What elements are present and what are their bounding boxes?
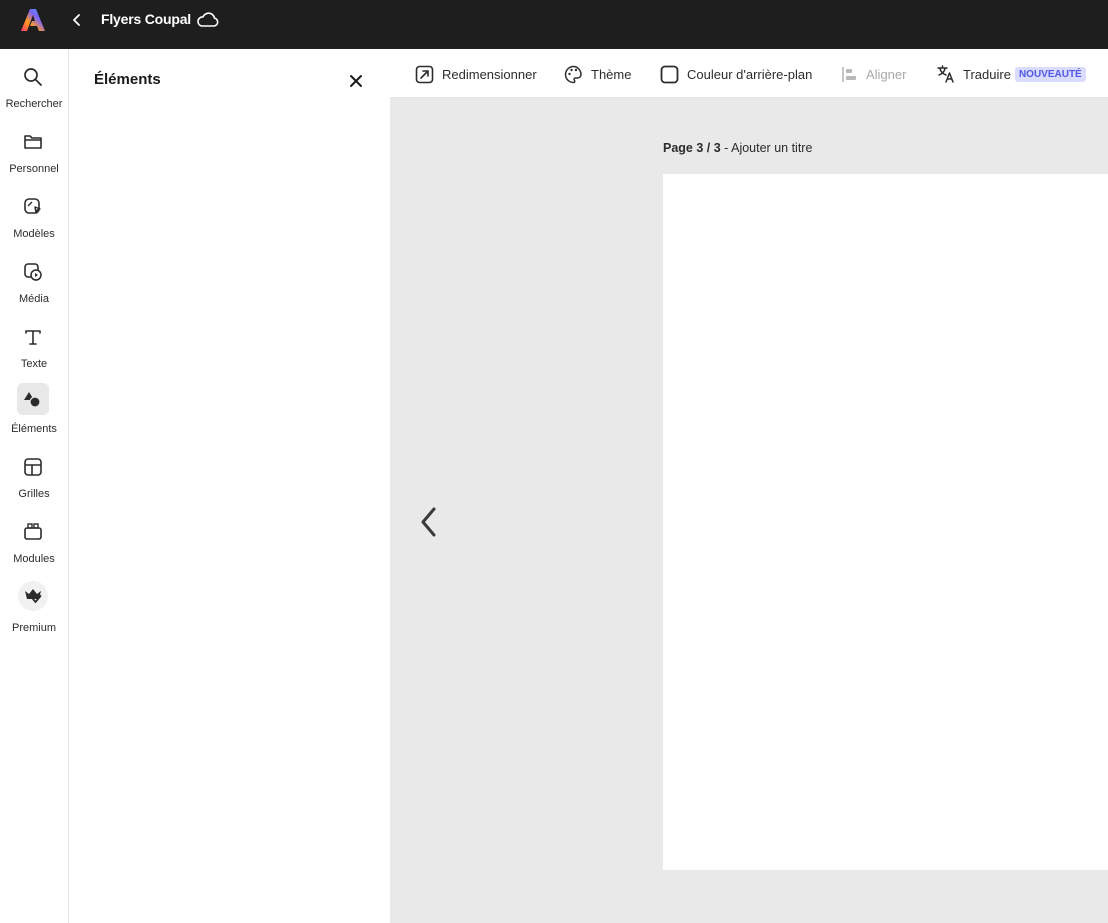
background-color-label: Couleur d'arrière-plan [687, 66, 813, 82]
resize-icon [415, 65, 434, 83]
page-number: Page 3 / 3 [663, 141, 721, 155]
resize-label: Redimensionner [442, 66, 537, 82]
translate-button[interactable]: Traduire NOUVEAUTÉ [937, 63, 1086, 85]
elements-panel: Éléments [70, 49, 390, 923]
document-title[interactable]: Flyers Coupal [101, 11, 191, 27]
resize-button[interactable]: Redimensionner [415, 63, 537, 85]
search-icon [17, 61, 49, 93]
text-icon [17, 321, 49, 353]
color-swatch-icon [660, 65, 679, 83]
align-icon [842, 66, 856, 82]
rail-item-text[interactable]: Texte [0, 321, 68, 381]
rail-label: Texte [20, 358, 48, 370]
align-button: Aligner [841, 63, 906, 85]
rail-label: Média [19, 293, 49, 305]
new-badge: NOUVEAUTÉ [1014, 66, 1086, 82]
translate-icon [937, 65, 954, 83]
align-label: Aligner [866, 66, 907, 82]
rail-label: Rechercher [5, 98, 63, 110]
adobe-express-logo-icon[interactable] [20, 7, 46, 33]
rail-item-media[interactable]: Média [0, 256, 68, 316]
rail-label: Modèles [13, 228, 55, 240]
rail-label: Personnel [9, 163, 59, 175]
previous-page-chevron-icon[interactable] [416, 505, 442, 539]
rail-item-premium[interactable]: Premium [0, 581, 68, 641]
rail-item-search[interactable]: Rechercher [0, 61, 68, 121]
background-color-button[interactable]: Couleur d'arrière-plan [660, 63, 812, 85]
grids-icon [17, 451, 49, 483]
rail-label: Premium [11, 622, 56, 634]
translate-label: Traduire [963, 66, 1011, 82]
rail-item-grids[interactable]: Grilles [0, 451, 68, 511]
premium-crown-icon [18, 581, 48, 611]
page-title-bar[interactable]: Page 3 / 3 - Ajouter un titre [663, 141, 812, 155]
close-icon[interactable] [348, 73, 364, 89]
cloud-sync-icon[interactable] [196, 10, 220, 30]
page-canvas[interactable] [663, 174, 1108, 870]
page-separator: - [720, 141, 732, 155]
folder-icon [17, 126, 49, 158]
templates-icon [17, 191, 49, 223]
editor-toolbar: Redimensionner Thème Couleur d'arrière-p… [390, 49, 1108, 98]
rail-item-personal[interactable]: Personnel [0, 126, 68, 186]
rail-item-elements[interactable]: Éléments [0, 383, 68, 443]
elements-icon [17, 383, 49, 415]
rail-label: Modules [13, 553, 55, 565]
theme-button[interactable]: Thème [564, 63, 631, 85]
page-title-placeholder[interactable]: Ajouter un titre [731, 141, 812, 155]
panel-title: Éléments [94, 71, 161, 88]
rail-item-templates[interactable]: Modèles [0, 191, 68, 251]
addons-icon [17, 516, 49, 548]
rail-item-addons[interactable]: Modules [0, 516, 68, 576]
back-chevron-icon[interactable] [71, 13, 83, 27]
media-icon [17, 256, 49, 288]
rail-label: Éléments [11, 423, 57, 435]
theme-label: Thème [591, 66, 632, 82]
rail-label: Grilles [18, 488, 50, 500]
left-rail: Rechercher Personnel Modèles Média Texte… [0, 49, 69, 923]
palette-icon [564, 65, 582, 83]
top-bar: Flyers Coupal [0, 0, 1108, 49]
